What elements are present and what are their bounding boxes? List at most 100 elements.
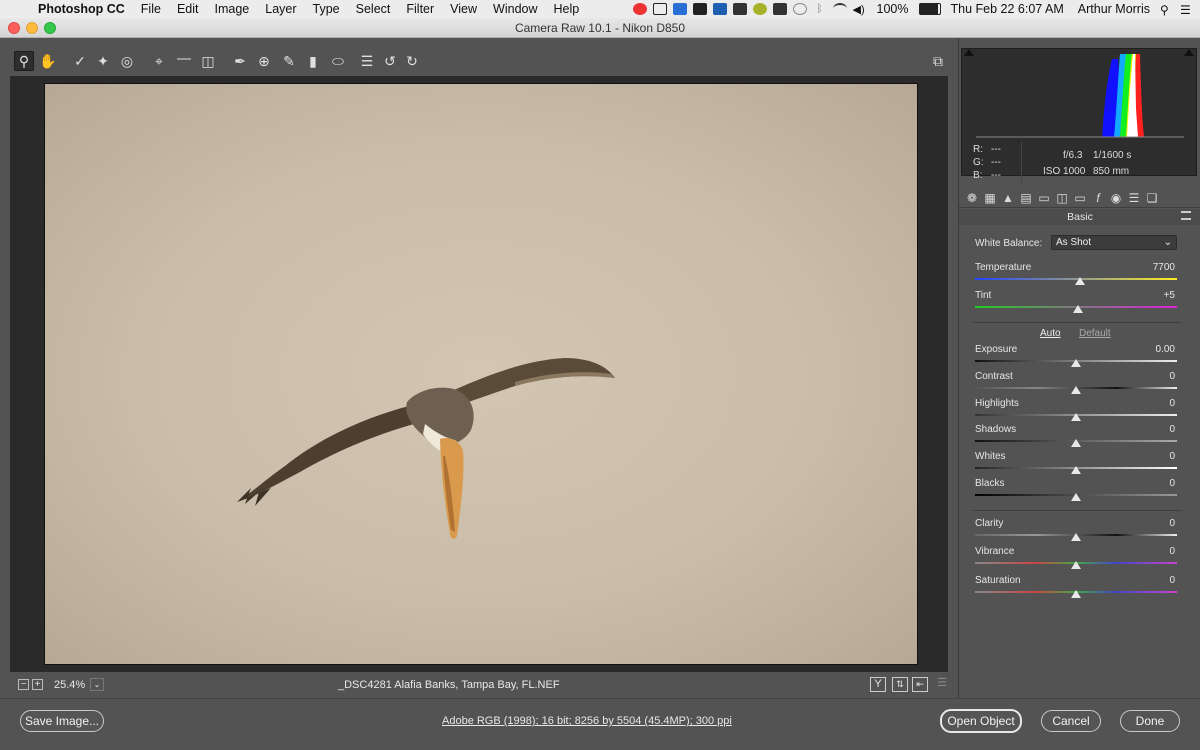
user-name[interactable]: Arthur Morris bbox=[1074, 2, 1154, 16]
vibrance-thumb[interactable] bbox=[1071, 561, 1081, 569]
preferences-icon[interactable]: ☰ bbox=[357, 51, 377, 71]
swap-settings-icon[interactable]: ⇅ bbox=[892, 677, 908, 692]
straighten-tool-icon[interactable]: ⎻ bbox=[174, 51, 194, 71]
wifi-icon[interactable] bbox=[832, 3, 847, 15]
backup-tray-icon[interactable] bbox=[672, 3, 687, 15]
menu-view[interactable]: View bbox=[442, 2, 485, 16]
shadows-thumb[interactable] bbox=[1071, 439, 1081, 447]
tab-detail-icon[interactable]: ▲ bbox=[999, 190, 1017, 206]
open-object-button[interactable]: Open Object bbox=[940, 709, 1022, 733]
tab-split-toning-icon[interactable]: ▭ bbox=[1035, 190, 1053, 206]
menu-image[interactable]: Image bbox=[207, 2, 258, 16]
antivirus-tray-icon[interactable] bbox=[632, 3, 647, 15]
sync-tray-icon[interactable] bbox=[752, 3, 767, 15]
app-menu[interactable]: Photoshop CC bbox=[30, 2, 133, 16]
minimize-window-button[interactable] bbox=[26, 22, 38, 34]
before-after-toggle[interactable]: Y bbox=[870, 677, 886, 692]
tab-transform-icon[interactable]: ▭ bbox=[1071, 190, 1089, 206]
radial-filter-icon[interactable]: ⬭ bbox=[328, 51, 348, 71]
crop-tool-icon[interactable]: ⌖ bbox=[149, 51, 169, 71]
menu-file[interactable]: File bbox=[133, 2, 169, 16]
copy-settings-icon[interactable]: ⇤ bbox=[912, 677, 928, 692]
menu-select[interactable]: Select bbox=[348, 2, 399, 16]
saturation-thumb[interactable] bbox=[1071, 590, 1081, 598]
tab-snapshots-icon[interactable]: ❏ bbox=[1143, 190, 1161, 206]
clarity-thumb[interactable] bbox=[1071, 533, 1081, 541]
menu-layer[interactable]: Layer bbox=[257, 2, 304, 16]
default-button[interactable]: Default bbox=[1079, 328, 1111, 339]
slider-value[interactable]: 0 bbox=[1169, 478, 1175, 489]
zoom-out-button[interactable]: − bbox=[18, 679, 29, 690]
battery-icon[interactable] bbox=[918, 3, 941, 15]
fullscreen-toggle-icon[interactable]: ⧉ bbox=[928, 51, 948, 71]
zoom-dropdown-icon[interactable]: ⌄ bbox=[90, 678, 104, 691]
transform-tool-icon[interactable]: ◫ bbox=[198, 51, 218, 71]
menu-filter[interactable]: Filter bbox=[398, 2, 442, 16]
clock[interactable]: Thu Feb 22 6:07 AM bbox=[947, 2, 1068, 16]
chevron-down-icon: ⌄ bbox=[1163, 237, 1172, 248]
slider-value[interactable]: +5 bbox=[1164, 290, 1175, 301]
slider-value[interactable]: 0 bbox=[1169, 371, 1175, 382]
close-window-button[interactable] bbox=[8, 22, 20, 34]
bluetooth-icon[interactable]: ᛒ bbox=[813, 3, 827, 15]
tab-tone-curve-icon[interactable]: ▦ bbox=[981, 190, 999, 206]
tab-lens-corrections-icon[interactable]: ◫ bbox=[1053, 190, 1071, 206]
tab-presets-icon[interactable]: ☰ bbox=[1125, 190, 1143, 206]
slider-value[interactable]: 0.00 bbox=[1156, 344, 1175, 355]
slider-value[interactable]: 0 bbox=[1169, 546, 1175, 557]
white-balance-tool-icon[interactable]: ✓ bbox=[70, 51, 90, 71]
highlights-thumb[interactable] bbox=[1071, 413, 1081, 421]
clipboard-tray-icon[interactable] bbox=[652, 3, 667, 15]
menu-window[interactable]: Window bbox=[485, 2, 545, 16]
tab-hsl-icon[interactable]: ▤ bbox=[1017, 190, 1035, 206]
graduated-filter-icon[interactable]: ▮ bbox=[303, 51, 323, 71]
save-image-button[interactable]: Save Image... bbox=[20, 710, 104, 732]
color-sampler-tool-icon[interactable]: ✦ bbox=[93, 51, 113, 71]
tint-thumb[interactable] bbox=[1073, 305, 1084, 313]
auto-button[interactable]: Auto bbox=[1040, 328, 1061, 339]
contrast-thumb[interactable] bbox=[1071, 386, 1081, 394]
exposure-thumb[interactable] bbox=[1071, 359, 1081, 367]
dropbox-tray-icon[interactable] bbox=[712, 3, 727, 15]
temperature-thumb[interactable] bbox=[1075, 277, 1086, 285]
white-balance-label: White Balance: bbox=[975, 238, 1043, 249]
red-eye-tool-icon[interactable]: ⊕ bbox=[254, 51, 274, 71]
slider-value[interactable]: 0 bbox=[1169, 424, 1175, 435]
tab-basic-icon[interactable]: ❁ bbox=[963, 190, 981, 206]
white-balance-select[interactable]: As Shot ⌄ bbox=[1051, 235, 1177, 250]
spotlight-search-icon[interactable]: ⚲ bbox=[1160, 3, 1174, 17]
menu-edit[interactable]: Edit bbox=[169, 2, 207, 16]
slider-value[interactable]: 0 bbox=[1169, 398, 1175, 409]
shield-tray-icon[interactable] bbox=[732, 3, 747, 15]
slider-value[interactable]: 0 bbox=[1169, 575, 1175, 586]
blacks-thumb[interactable] bbox=[1071, 493, 1081, 501]
slider-value[interactable]: 0 bbox=[1169, 518, 1175, 529]
targeted-adjustment-tool-icon[interactable]: ◎ bbox=[117, 51, 137, 71]
rotate-cw-icon[interactable]: ↻ bbox=[402, 51, 422, 71]
volume-icon[interactable]: ◀) bbox=[853, 3, 867, 16]
notification-center-icon[interactable]: ☰ bbox=[1180, 3, 1194, 17]
tab-camera-calibration-icon[interactable]: ◉ bbox=[1107, 190, 1125, 206]
slider-value[interactable]: 0 bbox=[1169, 451, 1175, 462]
whites-thumb[interactable] bbox=[1071, 466, 1081, 474]
menu-type[interactable]: Type bbox=[305, 2, 348, 16]
hand-tool-icon[interactable]: ✋ bbox=[38, 51, 58, 71]
malwarebytes-tray-icon[interactable] bbox=[692, 3, 707, 15]
workflow-options-link[interactable]: Adobe RGB (1998); 16 bit; 8256 by 5504 (… bbox=[442, 715, 732, 727]
slider-value[interactable]: 7700 bbox=[1153, 262, 1175, 273]
adjustment-brush-icon[interactable]: ✎ bbox=[279, 51, 299, 71]
menu-help[interactable]: Help bbox=[546, 2, 588, 16]
photo-preview[interactable] bbox=[44, 83, 918, 665]
zoom-window-button[interactable] bbox=[44, 22, 56, 34]
binoculars-tray-icon[interactable] bbox=[772, 3, 787, 15]
zoom-tool-icon[interactable]: ⚲ bbox=[14, 51, 34, 71]
cancel-button[interactable]: Cancel bbox=[1041, 710, 1101, 732]
zoom-in-button[interactable]: + bbox=[32, 679, 43, 690]
spot-removal-tool-icon[interactable]: ✒ bbox=[230, 51, 250, 71]
panel-menu-icon[interactable] bbox=[1181, 211, 1191, 220]
rotate-ccw-icon[interactable]: ↺ bbox=[380, 51, 400, 71]
tab-effects-icon[interactable]: f bbox=[1089, 190, 1107, 206]
done-button[interactable]: Done bbox=[1120, 710, 1180, 732]
time-machine-icon[interactable] bbox=[792, 3, 807, 15]
preview-preferences-icon[interactable]: ☰ bbox=[934, 677, 950, 692]
